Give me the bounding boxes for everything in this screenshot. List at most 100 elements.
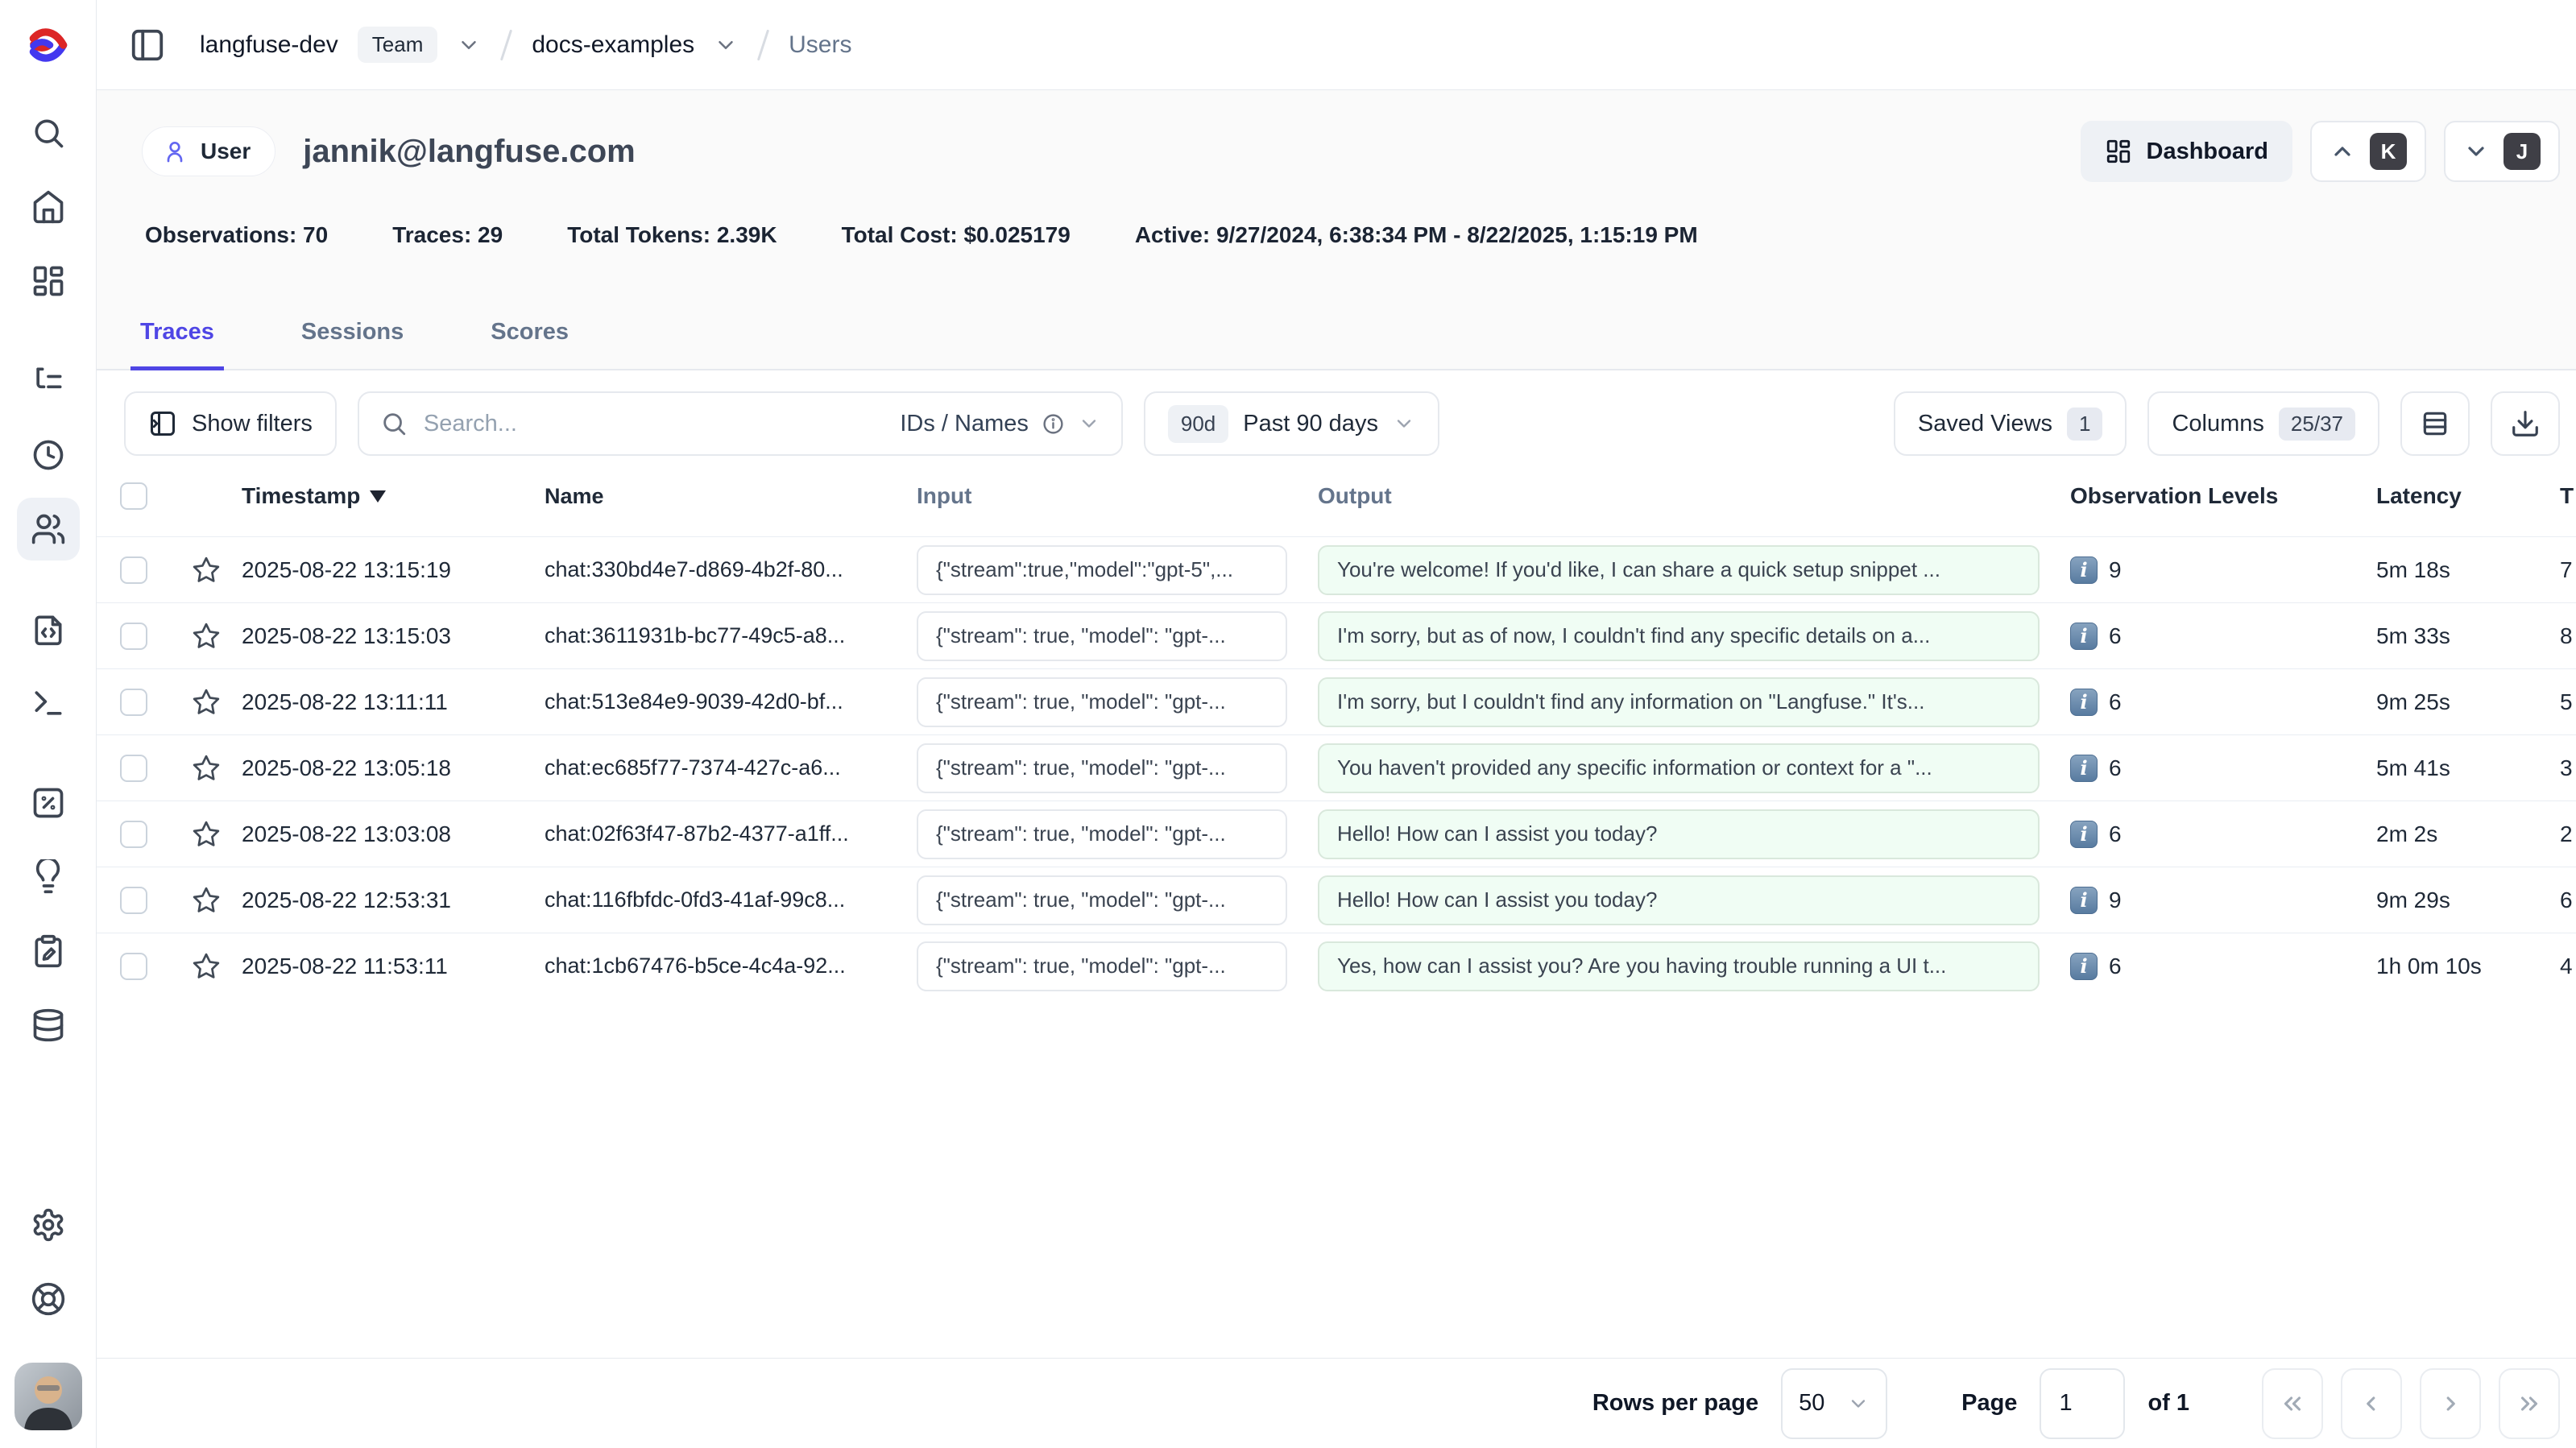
sidebar-item-support[interactable] — [17, 1268, 80, 1330]
row-checkbox[interactable] — [120, 689, 147, 716]
sidebar-item-prompts[interactable] — [17, 598, 80, 660]
row-checkbox[interactable] — [120, 887, 147, 914]
page-number-input[interactable] — [2040, 1368, 2125, 1439]
next-page-button[interactable] — [2420, 1368, 2481, 1439]
cell-level-count: 6 — [2109, 755, 2122, 781]
column-header-output[interactable]: Output — [1318, 483, 2056, 509]
table-row[interactable]: 2025-08-22 13:15:03 chat:3611931b-bc77-4… — [97, 602, 2576, 668]
info-level-icon — [2070, 821, 2098, 848]
cell-output-chip[interactable]: You haven't provided any specific inform… — [1318, 743, 2040, 793]
sidebar-item-datasets[interactable] — [17, 994, 80, 1057]
prev-user-button[interactable]: K — [2310, 121, 2426, 182]
cell-input-chip[interactable]: {"stream": true, "model": "gpt-... — [917, 875, 1287, 925]
key-badge-k: K — [2370, 133, 2407, 170]
chevron-down-icon[interactable] — [714, 33, 738, 57]
sidebar-item-evaluation[interactable] — [17, 772, 80, 834]
breadcrumb-project[interactable]: docs-examples — [532, 31, 694, 59]
sidebar-item-annotation[interactable] — [17, 920, 80, 983]
columns-count-badge: 25/37 — [2279, 408, 2355, 441]
cell-input-chip[interactable]: {"stream": true, "model": "gpt-... — [917, 677, 1287, 727]
column-header-input[interactable]: Input — [917, 483, 1318, 509]
cell-timestamp: 2025-08-22 13:05:18 — [242, 755, 545, 781]
saved-views-button[interactable]: Saved Views 1 — [1894, 391, 2127, 456]
tab-scores[interactable]: Scores — [481, 319, 578, 371]
sidebar-item-tracing[interactable] — [17, 350, 80, 412]
info-level-icon — [2070, 556, 2098, 584]
sidebar-item-sessions[interactable] — [17, 424, 80, 486]
star-icon[interactable] — [191, 621, 222, 652]
key-badge-j: J — [2504, 133, 2541, 170]
star-icon[interactable] — [191, 885, 222, 916]
filter-panel-icon — [148, 409, 177, 438]
star-icon[interactable] — [191, 555, 222, 585]
sidebar-item-search[interactable] — [17, 101, 80, 164]
column-header-latency[interactable]: Latency — [2362, 483, 2537, 509]
column-header-timestamp[interactable]: Timestamp — [242, 483, 545, 509]
cell-output-chip[interactable]: Yes, how can I assist you? Are you havin… — [1318, 941, 2040, 991]
row-checkbox[interactable] — [120, 623, 147, 650]
cell-latency: 5m 41s — [2362, 755, 2537, 781]
first-page-button[interactable] — [2262, 1368, 2323, 1439]
column-header-levels[interactable]: Observation Levels — [2056, 483, 2362, 509]
breadcrumb-org[interactable]: langfuse-dev — [200, 31, 338, 59]
table-row[interactable]: 2025-08-22 13:03:08 chat:02f63f47-87b2-4… — [97, 801, 2576, 867]
select-all-checkbox[interactable] — [120, 482, 147, 510]
column-header-cut[interactable]: T — [2537, 483, 2576, 509]
star-icon[interactable] — [191, 951, 222, 982]
cell-input-chip[interactable]: {"stream": true, "model": "gpt-... — [917, 941, 1287, 991]
dashboard-button[interactable]: Dashboard — [2081, 121, 2292, 182]
row-checkbox[interactable] — [120, 755, 147, 782]
sidebar-item-settings[interactable] — [17, 1194, 80, 1256]
pagination-footer: Rows per page 50 Page of 1 — [97, 1358, 2576, 1448]
cell-output-chip[interactable]: I'm sorry, but I couldn't find any infor… — [1318, 677, 2040, 727]
cell-output-chip[interactable]: Hello! How can I assist you today? — [1318, 809, 2040, 859]
breadcrumb-separator — [757, 29, 769, 60]
panel-left-icon — [129, 27, 166, 64]
search-input[interactable] — [424, 411, 884, 437]
date-range-picker[interactable]: 90d Past 90 days — [1144, 391, 1439, 456]
cell-output-chip[interactable]: Hello! How can I assist you today? — [1318, 875, 2040, 925]
stat-total-tokens: Total Tokens: 2.39K — [567, 222, 777, 248]
star-icon[interactable] — [191, 687, 222, 718]
user-stats-row: Observations: 70 Traces: 29 Total Tokens… — [97, 222, 2576, 248]
next-user-button[interactable]: J — [2444, 121, 2560, 182]
user-icon — [162, 139, 188, 164]
search-scope-selector[interactable]: IDs / Names — [900, 411, 1100, 437]
cell-output-chip[interactable]: I'm sorry, but as of now, I couldn't fin… — [1318, 611, 2040, 661]
cell-timestamp: 2025-08-22 13:15:03 — [242, 623, 545, 649]
table-row[interactable]: 2025-08-22 12:53:31 chat:116fbfdc-0fd3-4… — [97, 867, 2576, 933]
cell-input-chip[interactable]: {"stream": true, "model": "gpt-... — [917, 743, 1287, 793]
sidebar-item-users[interactable] — [17, 498, 80, 561]
sidebar-item-insights[interactable] — [17, 846, 80, 908]
row-height-button[interactable] — [2400, 391, 2470, 456]
cell-input-chip[interactable]: {"stream": true, "model": "gpt-... — [917, 611, 1287, 661]
table-row[interactable]: 2025-08-22 13:11:11 chat:513e84e9-9039-4… — [97, 668, 2576, 734]
chevron-down-icon[interactable] — [457, 33, 481, 57]
tab-sessions[interactable]: Sessions — [292, 319, 413, 371]
row-checkbox[interactable] — [120, 821, 147, 848]
sidebar-item-home[interactable] — [17, 176, 80, 238]
user-avatar[interactable] — [14, 1363, 82, 1430]
column-header-name[interactable]: Name — [545, 484, 917, 509]
sidebar-item-dashboards[interactable] — [17, 250, 80, 312]
prev-page-button[interactable] — [2341, 1368, 2402, 1439]
export-button[interactable] — [2491, 391, 2560, 456]
last-page-button[interactable] — [2499, 1368, 2560, 1439]
row-checkbox[interactable] — [120, 953, 147, 980]
sidebar-item-playground[interactable] — [17, 672, 80, 734]
cell-input-chip[interactable]: {"stream": true, "model": "gpt-... — [917, 809, 1287, 859]
table-row[interactable]: 2025-08-22 11:53:11 chat:1cb67476-b5ce-4… — [97, 933, 2576, 999]
show-filters-button[interactable]: Show filters — [124, 391, 337, 456]
rows-per-page-select[interactable]: 50 — [1781, 1368, 1887, 1439]
row-checkbox[interactable] — [120, 556, 147, 584]
star-icon[interactable] — [191, 753, 222, 784]
table-row[interactable]: 2025-08-22 13:05:18 chat:ec685f77-7374-4… — [97, 734, 2576, 801]
columns-label: Columns — [2172, 411, 2263, 437]
tab-traces[interactable]: Traces — [130, 319, 224, 371]
columns-button[interactable]: Columns 25/37 — [2147, 391, 2379, 456]
sidebar-toggle-button[interactable] — [129, 27, 166, 64]
table-row[interactable]: 2025-08-22 13:15:19 chat:330bd4e7-d869-4… — [97, 536, 2576, 602]
cell-input-chip[interactable]: {"stream":true,"model":"gpt-5",... — [917, 545, 1287, 595]
star-icon[interactable] — [191, 819, 222, 850]
cell-output-chip[interactable]: You're welcome! If you'd like, I can sha… — [1318, 545, 2040, 595]
